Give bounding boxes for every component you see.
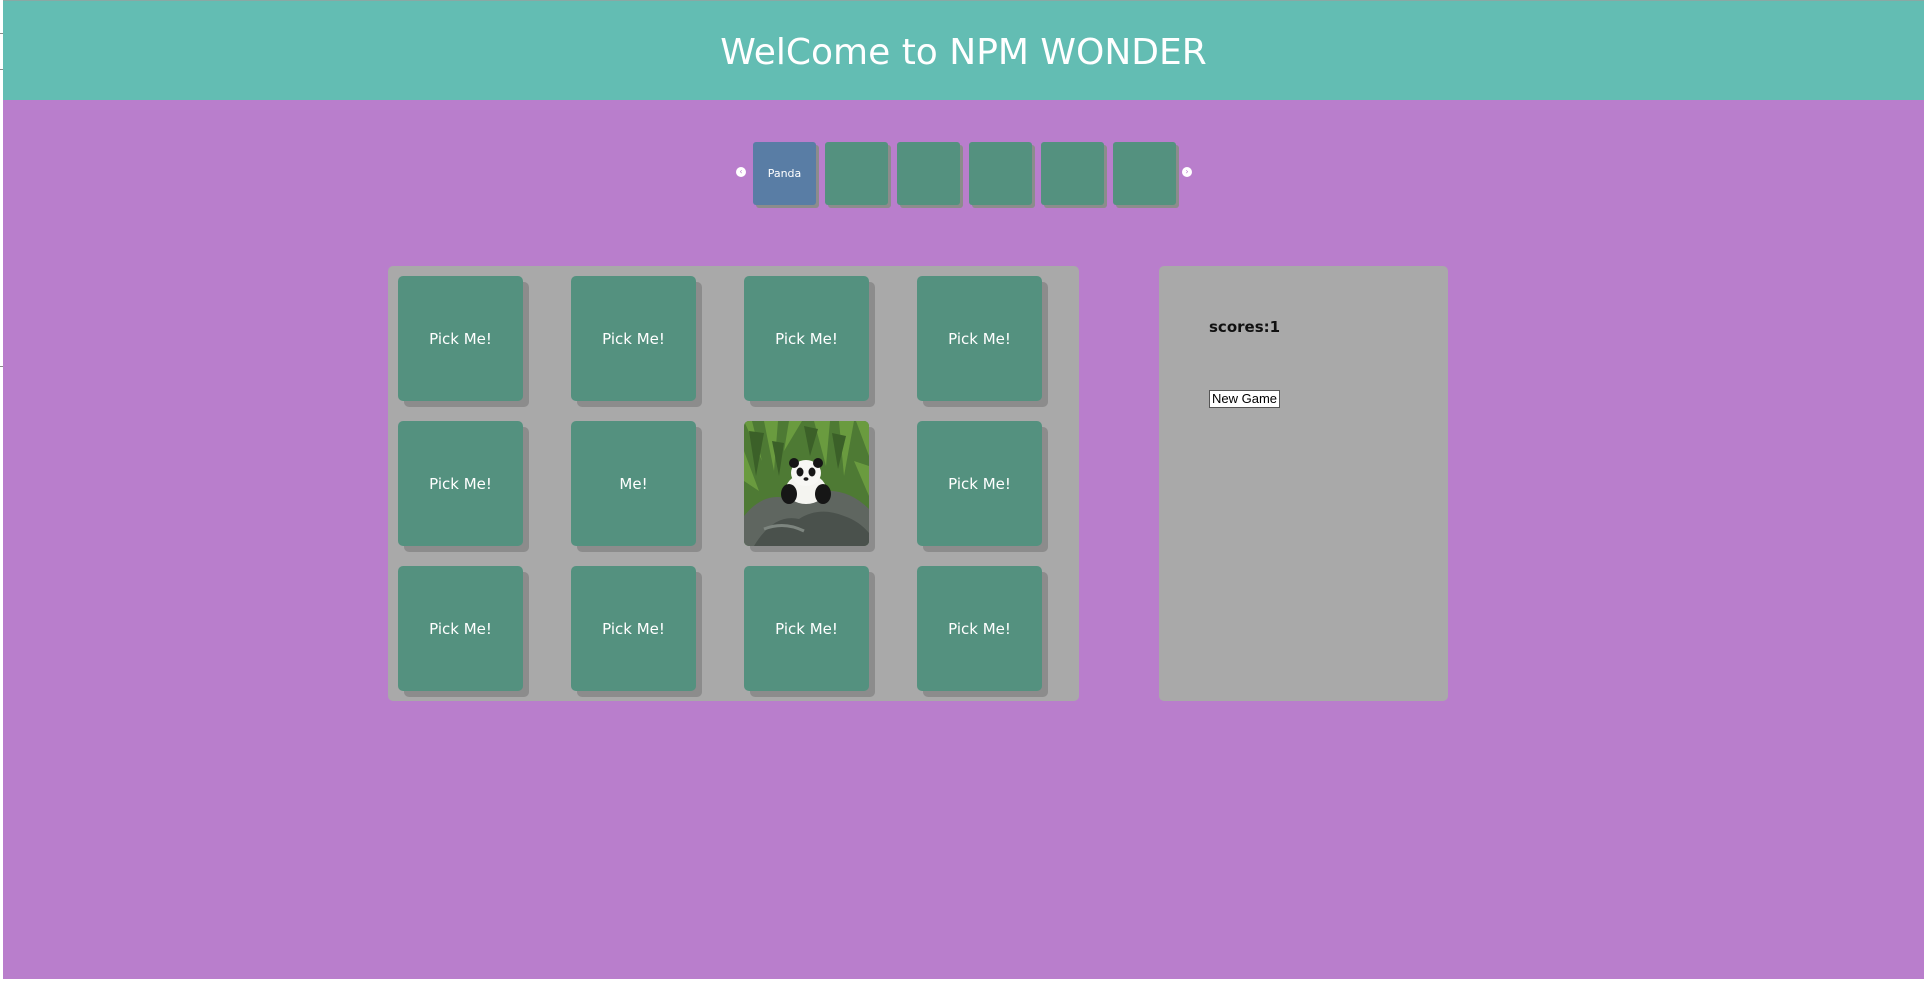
- card-label: Pick Me!: [602, 329, 665, 348]
- carousel-next-button[interactable]: ›: [1182, 167, 1192, 177]
- memory-card[interactable]: Pick Me!: [398, 276, 523, 401]
- memory-card[interactable]: Pick Me!: [917, 276, 1042, 401]
- carousel-prev-button[interactable]: ‹: [736, 167, 746, 177]
- game-board: Pick Me! Pick Me! Pick Me! Pick Me! Pick…: [388, 266, 1079, 701]
- memory-card[interactable]: Pick Me!: [744, 276, 869, 401]
- carousel-thumb-label: Panda: [767, 167, 802, 180]
- card-label: Pick Me!: [775, 329, 838, 348]
- new-game-button[interactable]: New Game: [1209, 390, 1281, 408]
- card-label: Pick Me!: [429, 474, 492, 493]
- card-label: Pick Me!: [429, 619, 492, 638]
- card-label: Pick Me!: [775, 619, 838, 638]
- card-label: Pick Me!: [948, 619, 1011, 638]
- memory-card[interactable]: Me!: [571, 421, 696, 546]
- memory-card[interactable]: Pick Me!: [917, 566, 1042, 691]
- card-label: Me!: [619, 474, 648, 493]
- memory-card-revealed[interactable]: [744, 421, 869, 546]
- card-label: Pick Me!: [602, 619, 665, 638]
- chevron-left-icon: ‹: [739, 167, 743, 176]
- carousel-thumb[interactable]: [825, 142, 888, 205]
- memory-card[interactable]: Pick Me!: [744, 566, 869, 691]
- carousel-thumb[interactable]: [969, 142, 1032, 205]
- card-label: Pick Me!: [948, 474, 1011, 493]
- memory-card[interactable]: Pick Me!: [571, 276, 696, 401]
- page-title: WelCome to NPM WONDER: [720, 32, 1207, 73]
- panda-image: [744, 421, 869, 546]
- chevron-right-icon: ›: [1185, 167, 1189, 176]
- memory-card[interactable]: Pick Me!: [398, 566, 523, 691]
- carousel-thumb[interactable]: [1113, 142, 1176, 205]
- memory-card[interactable]: Pick Me!: [398, 421, 523, 546]
- card-label: Pick Me!: [948, 329, 1011, 348]
- card-label: Pick Me!: [429, 329, 492, 348]
- carousel-thumb[interactable]: [1041, 142, 1104, 205]
- score-panel: scores:1 New Game: [1159, 266, 1448, 701]
- memory-card[interactable]: Pick Me!: [917, 421, 1042, 546]
- carousel-thumb-panda[interactable]: Panda: [753, 142, 816, 205]
- carousel-thumb[interactable]: [897, 142, 960, 205]
- memory-card[interactable]: Pick Me!: [571, 566, 696, 691]
- category-carousel: ‹ Panda ›: [733, 142, 1195, 208]
- score-display: scores:1: [1209, 318, 1281, 336]
- header-banner: WelCome to NPM WONDER: [3, 0, 1924, 100]
- edge-tick: [0, 366, 3, 367]
- window-left-edge: [0, 0, 3, 981]
